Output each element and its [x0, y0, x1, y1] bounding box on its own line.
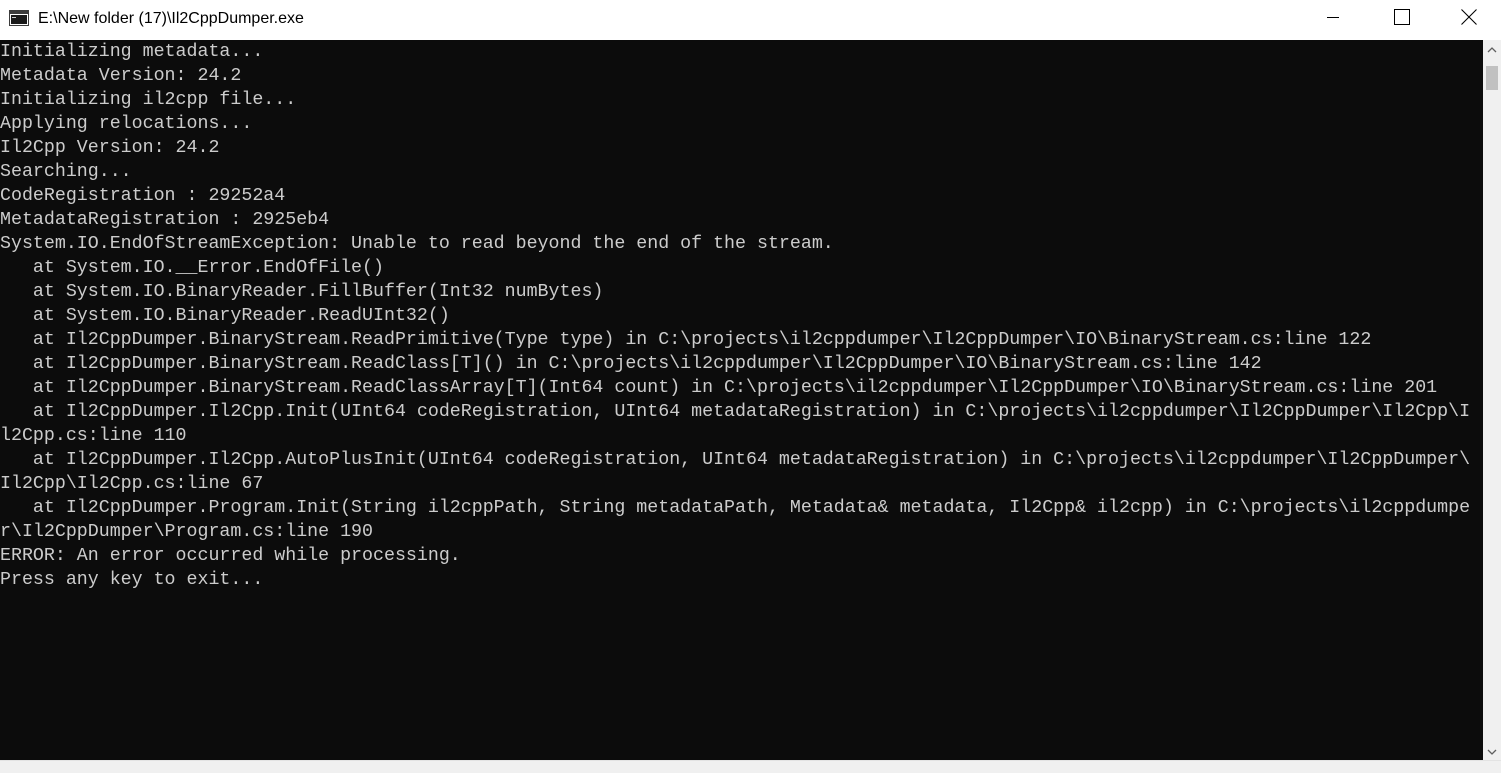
scroll-down-button[interactable]	[1483, 742, 1501, 760]
console-line: at Il2CppDumper.Il2Cpp.AutoPlusInit(UInt…	[0, 450, 1471, 470]
minimize-button[interactable]	[1298, 0, 1368, 38]
scroll-up-button[interactable]	[1483, 40, 1501, 58]
window-title: E:\New folder (17)\Il2CppDumper.exe	[38, 10, 304, 27]
console-line: Metadata Version: 24.2	[0, 66, 242, 86]
title-bar[interactable]: E:\New folder (17)\Il2CppDumper.exe	[0, 0, 1501, 40]
console-line: at System.IO.BinaryReader.ReadUInt32()	[0, 306, 450, 326]
console-line: at Il2CppDumper.Il2Cpp.Init(UInt64 codeR…	[0, 402, 1471, 422]
console-line: Il2Cpp\Il2Cpp.cs:line 67	[0, 474, 264, 494]
close-button[interactable]	[1436, 0, 1501, 38]
console-line: Press any key to exit...	[0, 570, 264, 590]
vertical-scrollbar[interactable]	[1483, 40, 1501, 760]
scrollbar-thumb[interactable]	[1486, 66, 1498, 90]
console-line: Il2Cpp Version: 24.2	[0, 138, 220, 158]
console-line: System.IO.EndOfStreamException: Unable t…	[0, 234, 834, 254]
console-line: Initializing il2cpp file...	[0, 90, 297, 110]
console-line: Searching...	[0, 162, 132, 182]
console-line: ERROR: An error occurred while processin…	[0, 546, 461, 566]
console-line: at Il2CppDumper.Program.Init(String il2c…	[0, 498, 1471, 518]
console-line: Applying relocations...	[0, 114, 253, 134]
minimize-icon	[1327, 10, 1339, 28]
console-window: E:\New folder (17)\Il2CppDumper.exe Init…	[0, 0, 1501, 773]
console-line: Initializing metadata...	[0, 42, 264, 62]
console-text: Initializing metadata... Metadata Version…	[0, 40, 1483, 592]
maximize-icon	[1394, 8, 1410, 30]
scroll-down-arrow-icon	[1487, 742, 1497, 760]
console-line: at System.IO.BinaryReader.FillBuffer(Int…	[0, 282, 604, 302]
window-bottom-edge	[0, 760, 1501, 773]
console-line: l2Cpp.cs:line 110	[0, 426, 187, 446]
console-line: at Il2CppDumper.BinaryStream.ReadClassAr…	[0, 378, 1438, 398]
console-line: at System.IO.__Error.EndOfFile()	[0, 258, 384, 278]
console-line: CodeRegistration : 29252a4	[0, 186, 286, 206]
close-icon	[1460, 8, 1477, 30]
maximize-button[interactable]	[1367, 0, 1437, 38]
console-line: at Il2CppDumper.BinaryStream.ReadPrimiti…	[0, 330, 1372, 350]
console-line: r\Il2CppDumper\Program.cs:line 190	[0, 522, 373, 542]
console-line: MetadataRegistration : 2925eb4	[0, 210, 330, 230]
console-output-area[interactable]: Initializing metadata... Metadata Version…	[0, 40, 1483, 760]
console-line: at Il2CppDumper.BinaryStream.ReadClass[T…	[0, 354, 1262, 374]
console-app-icon[interactable]	[9, 10, 29, 26]
scroll-up-arrow-icon	[1487, 40, 1497, 58]
